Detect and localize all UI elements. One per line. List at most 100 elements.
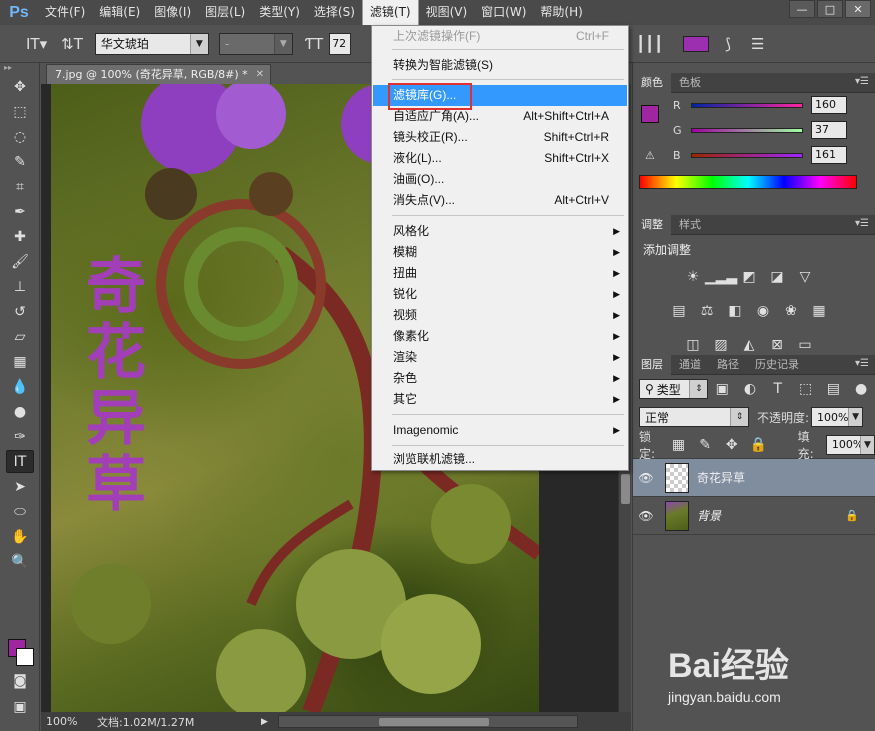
panel-menu-icon[interactable]: ▾☰	[855, 218, 869, 229]
text-orientation-icon[interactable]: ⇅T	[61, 35, 83, 53]
menu-item-other[interactable]: 其它 ▶	[373, 389, 627, 410]
menu-item-lens-correction[interactable]: 镜头校正(R)... Shift+Ctrl+R	[373, 127, 627, 148]
hue-saturation-icon[interactable]: ▤	[668, 300, 690, 322]
type-tool-icon[interactable]: ⅠT	[6, 450, 34, 473]
minimize-button[interactable]: —	[789, 0, 815, 18]
menu-image[interactable]: 图像(I)	[147, 0, 198, 25]
lock-paint-icon[interactable]: ✎	[695, 434, 716, 456]
tab-color[interactable]: 颜色	[633, 72, 671, 93]
text-color-swatch[interactable]	[683, 36, 710, 52]
menu-item-oil-paint[interactable]: 油画(O)...	[373, 169, 627, 190]
menu-item-imagenomic[interactable]: Imagenomic ▶	[373, 420, 627, 441]
dodge-tool-icon[interactable]: ●	[6, 400, 34, 423]
tab-paths[interactable]: 路径	[709, 355, 747, 375]
move-tool-icon[interactable]: ✥	[6, 75, 34, 98]
blue-value[interactable]: 161	[811, 146, 847, 164]
menu-item-sharpen[interactable]: 锐化 ▶	[373, 284, 627, 305]
menu-type[interactable]: 类型(Y)	[252, 0, 307, 25]
document-tab[interactable]: 7.jpg @ 100% (奇花异草, RGB/8#) * ✕	[46, 64, 271, 84]
menu-select[interactable]: 选择(S)	[307, 0, 362, 25]
horizontal-scroll-thumb[interactable]	[378, 718, 489, 726]
filter-adjust-icon[interactable]: ◐	[739, 378, 761, 400]
menu-edit[interactable]: 编辑(E)	[92, 0, 147, 25]
filter-type-icon[interactable]: T	[767, 378, 789, 400]
background-color-swatch[interactable]	[16, 648, 34, 666]
blend-mode-select[interactable]: 正常 ⇕	[639, 407, 749, 427]
hand-tool-icon[interactable]: ✋	[6, 525, 34, 548]
tab-channels[interactable]: 通道	[671, 355, 709, 375]
maximize-button[interactable]: □	[817, 0, 843, 18]
filter-smart-icon[interactable]: ▤	[822, 378, 844, 400]
filter-pixel-icon[interactable]: ▣	[711, 378, 733, 400]
channel-mixer-icon[interactable]: ❀	[780, 300, 802, 322]
quick-mask-icon[interactable]: ◙	[6, 669, 34, 692]
opacity-input[interactable]: 100% ▼	[811, 407, 864, 427]
type-tool-preset-icon[interactable]: ⅠT▾	[26, 35, 47, 53]
layer-name[interactable]: 奇花异草	[697, 469, 745, 486]
red-slider[interactable]	[691, 102, 803, 108]
marquee-tool-icon[interactable]: ⬚	[6, 100, 34, 123]
blur-tool-icon[interactable]: 💧	[6, 375, 34, 398]
warp-text-icon[interactable]: ⟆	[725, 35, 731, 53]
font-family-select[interactable]: 华文琥珀 ▼	[94, 32, 209, 55]
color-spectrum-bar[interactable]	[639, 175, 857, 189]
layer-filter-select[interactable]: ⚲ 类型 ⇕	[639, 379, 709, 399]
invert-icon[interactable]: ◫	[682, 334, 704, 356]
pen-tool-icon[interactable]: ✑	[6, 425, 34, 448]
menu-item-smart-filter[interactable]: 转换为智能滤镜(S)	[373, 55, 627, 76]
panel-menu-icon[interactable]: ▾☰	[855, 358, 869, 369]
eraser-tool-icon[interactable]: ▱	[6, 325, 34, 348]
path-select-tool-icon[interactable]: ➤	[6, 475, 34, 498]
zoom-level[interactable]: 100%	[41, 715, 91, 728]
visibility-eye-icon[interactable]: 👁	[633, 471, 659, 485]
menu-file[interactable]: 文件(F)	[38, 0, 92, 25]
menu-item-render[interactable]: 渲染 ▶	[373, 347, 627, 368]
red-value[interactable]: 160	[811, 96, 847, 114]
canvas-text-layer[interactable]: 奇 花 异 草	[71, 254, 161, 518]
green-value[interactable]: 37	[811, 121, 847, 139]
filter-shape-icon[interactable]: ⬚	[795, 378, 817, 400]
quick-select-tool-icon[interactable]: ✎	[6, 150, 34, 173]
character-panel-icon[interactable]: ☰	[751, 35, 764, 53]
crop-tool-icon[interactable]: ⌗	[6, 175, 34, 198]
menu-item-distort[interactable]: 扭曲 ▶	[373, 263, 627, 284]
lock-all-icon[interactable]: 🔒	[748, 434, 769, 456]
zoom-tool-icon[interactable]: 🔍	[6, 550, 34, 573]
close-tab-icon[interactable]: ✕	[256, 65, 264, 84]
brush-tool-icon[interactable]: 🖌	[6, 250, 34, 273]
blue-slider[interactable]	[691, 152, 803, 158]
menu-item-browse-online[interactable]: 浏览联机滤镜...	[373, 449, 627, 470]
menu-view[interactable]: 视图(V)	[419, 0, 475, 25]
menu-help[interactable]: 帮助(H)	[533, 0, 589, 25]
menu-item-liquify[interactable]: 液化(L)... Shift+Ctrl+X	[373, 148, 627, 169]
tab-styles[interactable]: 样式	[671, 215, 709, 235]
screen-mode-icon[interactable]: ▣	[6, 695, 34, 718]
menu-item-video[interactable]: 视频 ▶	[373, 305, 627, 326]
exposure-icon[interactable]: ◪	[766, 266, 788, 288]
fill-input[interactable]: 100% ▼	[825, 434, 875, 455]
visibility-eye-icon[interactable]: 👁	[633, 509, 659, 523]
menu-item-vanishing-point[interactable]: 消失点(V)... Alt+Ctrl+V	[373, 190, 627, 211]
threshold-icon[interactable]: ◭	[738, 334, 760, 356]
selective-color-icon[interactable]: ▭	[794, 334, 816, 356]
close-button[interactable]: ✕	[845, 0, 871, 18]
status-arrow-icon[interactable]: ▶	[261, 717, 268, 727]
black-white-icon[interactable]: ◧	[724, 300, 746, 322]
green-slider[interactable]	[691, 127, 803, 133]
levels-icon[interactable]: ▁▂▃	[705, 266, 737, 288]
color-balance-icon[interactable]: ⚖	[696, 300, 718, 322]
photo-filter-icon[interactable]: ◉	[752, 300, 774, 322]
layer-name[interactable]: 背景	[697, 507, 721, 524]
history-brush-tool-icon[interactable]: ↺	[6, 300, 34, 323]
clone-stamp-tool-icon[interactable]: ⊥	[6, 275, 34, 298]
vibrance-icon[interactable]: ▽	[794, 266, 816, 288]
menu-item-adaptive-wide[interactable]: 自适应广角(A)... Alt+Shift+Ctrl+A	[373, 106, 627, 127]
gradient-map-icon[interactable]: ⊠	[766, 334, 788, 356]
horizontal-scrollbar[interactable]	[277, 715, 578, 728]
brightness-icon[interactable]: ☀	[682, 266, 704, 288]
align-bars-icon[interactable]: ┃┃┃	[636, 35, 663, 53]
menu-item-blur[interactable]: 模糊 ▶	[373, 242, 627, 263]
lasso-tool-icon[interactable]: ◌	[6, 125, 34, 148]
menu-layer[interactable]: 图层(L)	[198, 0, 252, 25]
menu-window[interactable]: 窗口(W)	[474, 0, 533, 25]
